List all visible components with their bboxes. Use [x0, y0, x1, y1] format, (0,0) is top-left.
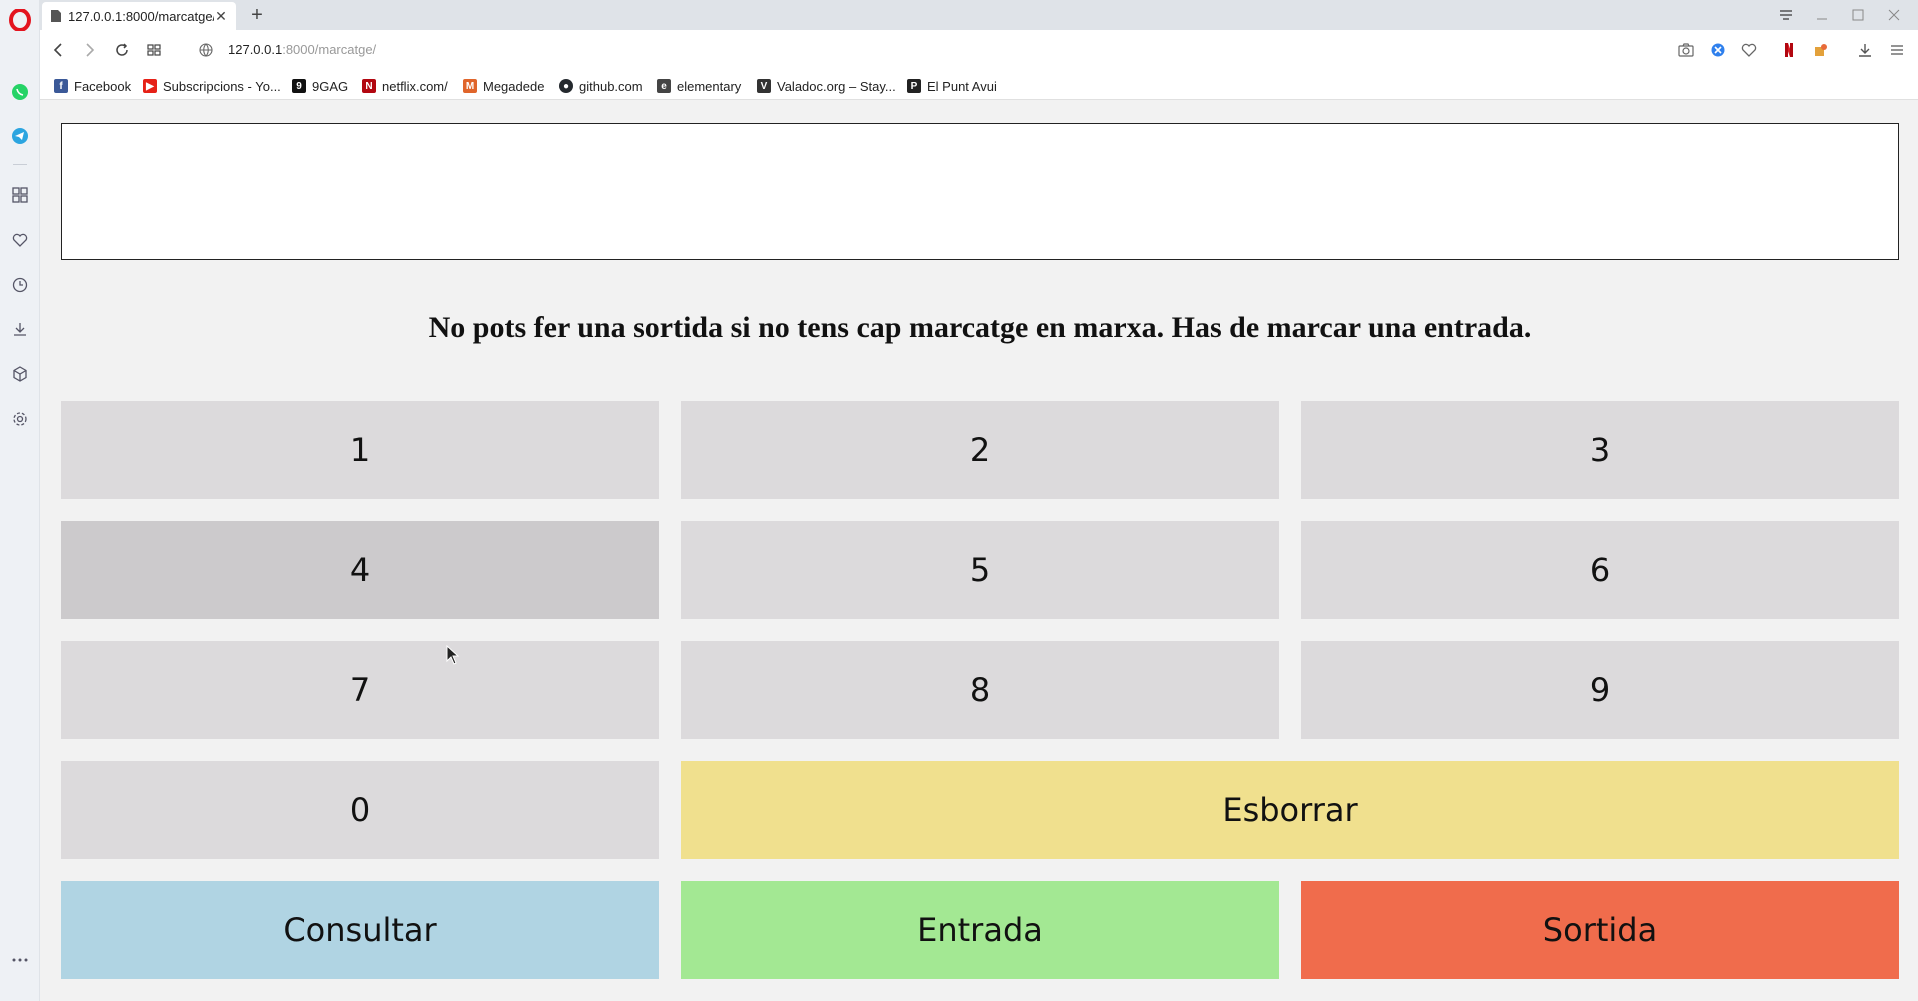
bookmark-label: elementary: [677, 78, 742, 94]
netflix-extension-icon[interactable]: [1778, 39, 1800, 61]
consultar-button[interactable]: Consultar: [61, 881, 659, 979]
github-icon: ●: [559, 79, 573, 93]
key-5-button[interactable]: 5: [681, 521, 1279, 619]
code-display-field[interactable]: [61, 123, 1899, 260]
key-4-button[interactable]: 4: [61, 521, 659, 619]
bookmarks-heart-icon[interactable]: [8, 228, 32, 252]
tab-marcatge[interactable]: 127.0.0.1:8000/marcatge/ ✕: [42, 2, 236, 30]
bookmark-label: github.com: [579, 78, 643, 94]
page-icon: [51, 10, 61, 22]
bookmark-label: El Punt Avui: [927, 78, 997, 94]
back-button[interactable]: [46, 38, 70, 62]
speed-dial-icon[interactable]: [8, 183, 32, 207]
elementary-icon: e: [657, 79, 671, 93]
maximize-icon[interactable]: [1845, 4, 1871, 26]
bookmark-label: netflix.com/: [382, 78, 448, 94]
new-tab-button[interactable]: +: [246, 4, 268, 26]
key-8-button[interactable]: 8: [681, 641, 1279, 739]
elpuntavui-icon: P: [907, 79, 921, 93]
netflix-icon: N: [362, 79, 376, 93]
bookmark-label: Megadede: [483, 78, 545, 94]
marcatge-page: No pots fer una sortida si no tens cap m…: [41, 101, 1918, 1001]
bookmarks-bar: f Facebook ▶ Subscripcions - Yo... 9 9GA…: [40, 70, 1918, 100]
browser-sidebar: [0, 0, 40, 1001]
close-window-icon[interactable]: [1881, 4, 1907, 26]
key-9-button[interactable]: 9: [1301, 641, 1899, 739]
megadede-icon: M: [463, 79, 477, 93]
extensions-cube-icon[interactable]: [8, 362, 32, 386]
address-bar: 127.0.0.1:8000/marcatge/: [40, 30, 1918, 70]
bookmark-megadede[interactable]: M Megadede: [463, 77, 544, 95]
reload-button[interactable]: [110, 38, 134, 62]
bookmark-9gag[interactable]: 9 9GAG: [292, 77, 348, 95]
bookmark-netflix[interactable]: N netflix.com/: [362, 77, 448, 95]
key-2-button[interactable]: 2: [681, 401, 1279, 499]
settings-gear-icon[interactable]: [8, 407, 32, 431]
whatsapp-icon[interactable]: [8, 80, 32, 104]
bookmark-label: Subscripcions - Yo...: [163, 78, 281, 94]
bookmark-label: Facebook: [74, 78, 132, 94]
sortida-button[interactable]: Sortida: [1301, 881, 1899, 979]
bookmark-label: 9GAG: [312, 78, 349, 94]
key-7-button[interactable]: 7: [61, 641, 659, 739]
download-icon[interactable]: [1854, 39, 1876, 61]
telegram-icon[interactable]: [8, 124, 32, 148]
history-clock-icon[interactable]: [8, 273, 32, 297]
entrada-button[interactable]: Entrada: [681, 881, 1279, 979]
bookmark-elementary[interactable]: e elementary: [657, 77, 741, 95]
tab-title: 127.0.0.1:8000/marcatge/: [68, 8, 214, 24]
adblock-shield-icon[interactable]: [1707, 39, 1729, 61]
key-3-button[interactable]: 3: [1301, 401, 1899, 499]
downloads-icon[interactable]: [8, 317, 32, 341]
error-message: No pots fer una sortida si no tens cap m…: [428, 311, 1532, 344]
opera-logo-icon[interactable]: [8, 8, 32, 32]
bookmark-valadoc[interactable]: V Valadoc.org – Stay...: [757, 77, 896, 95]
esborrar-button[interactable]: Esborrar: [681, 761, 1899, 859]
bookmark-facebook[interactable]: f Facebook: [54, 77, 131, 95]
extension-puzzle-icon[interactable]: [1810, 39, 1832, 61]
more-dots-icon[interactable]: [8, 948, 32, 972]
youtube-icon: ▶: [143, 79, 157, 93]
bookmark-elpuntavui[interactable]: P El Punt Avui: [907, 77, 997, 95]
key-1-button[interactable]: 1: [61, 401, 659, 499]
bookmark-heart-icon[interactable]: [1738, 39, 1760, 61]
minimize-icon[interactable]: [1809, 4, 1835, 26]
9gag-icon: 9: [292, 79, 306, 93]
url-path: :8000/marcatge/: [282, 42, 377, 57]
valadoc-icon: V: [757, 79, 771, 93]
key-6-button[interactable]: 6: [1301, 521, 1899, 619]
bookmark-youtube[interactable]: ▶ Subscripcions - Yo...: [143, 77, 281, 95]
facebook-icon: f: [54, 79, 68, 93]
tab-strip: 127.0.0.1:8000/marcatge/ ✕ +: [40, 0, 1918, 30]
easy-setup-icon[interactable]: [1886, 39, 1908, 61]
site-info-globe-icon[interactable]: [194, 38, 218, 62]
bookmark-label: Valadoc.org – Stay...: [777, 78, 896, 94]
forward-button[interactable]: [78, 38, 102, 62]
bookmark-github[interactable]: ● github.com: [559, 77, 643, 95]
close-tab-icon[interactable]: ✕: [214, 8, 228, 24]
url-field[interactable]: 127.0.0.1:8000/marcatge/: [228, 42, 376, 57]
tab-menu-icon[interactable]: [1773, 4, 1799, 26]
url-host: 127.0.0.1: [228, 42, 283, 57]
key-0-button[interactable]: 0: [61, 761, 659, 859]
tabs-grid-icon[interactable]: [142, 38, 166, 62]
snapshot-camera-icon[interactable]: [1675, 39, 1697, 61]
sidebar-divider: [13, 164, 27, 165]
mouse-cursor-icon: [446, 645, 460, 665]
